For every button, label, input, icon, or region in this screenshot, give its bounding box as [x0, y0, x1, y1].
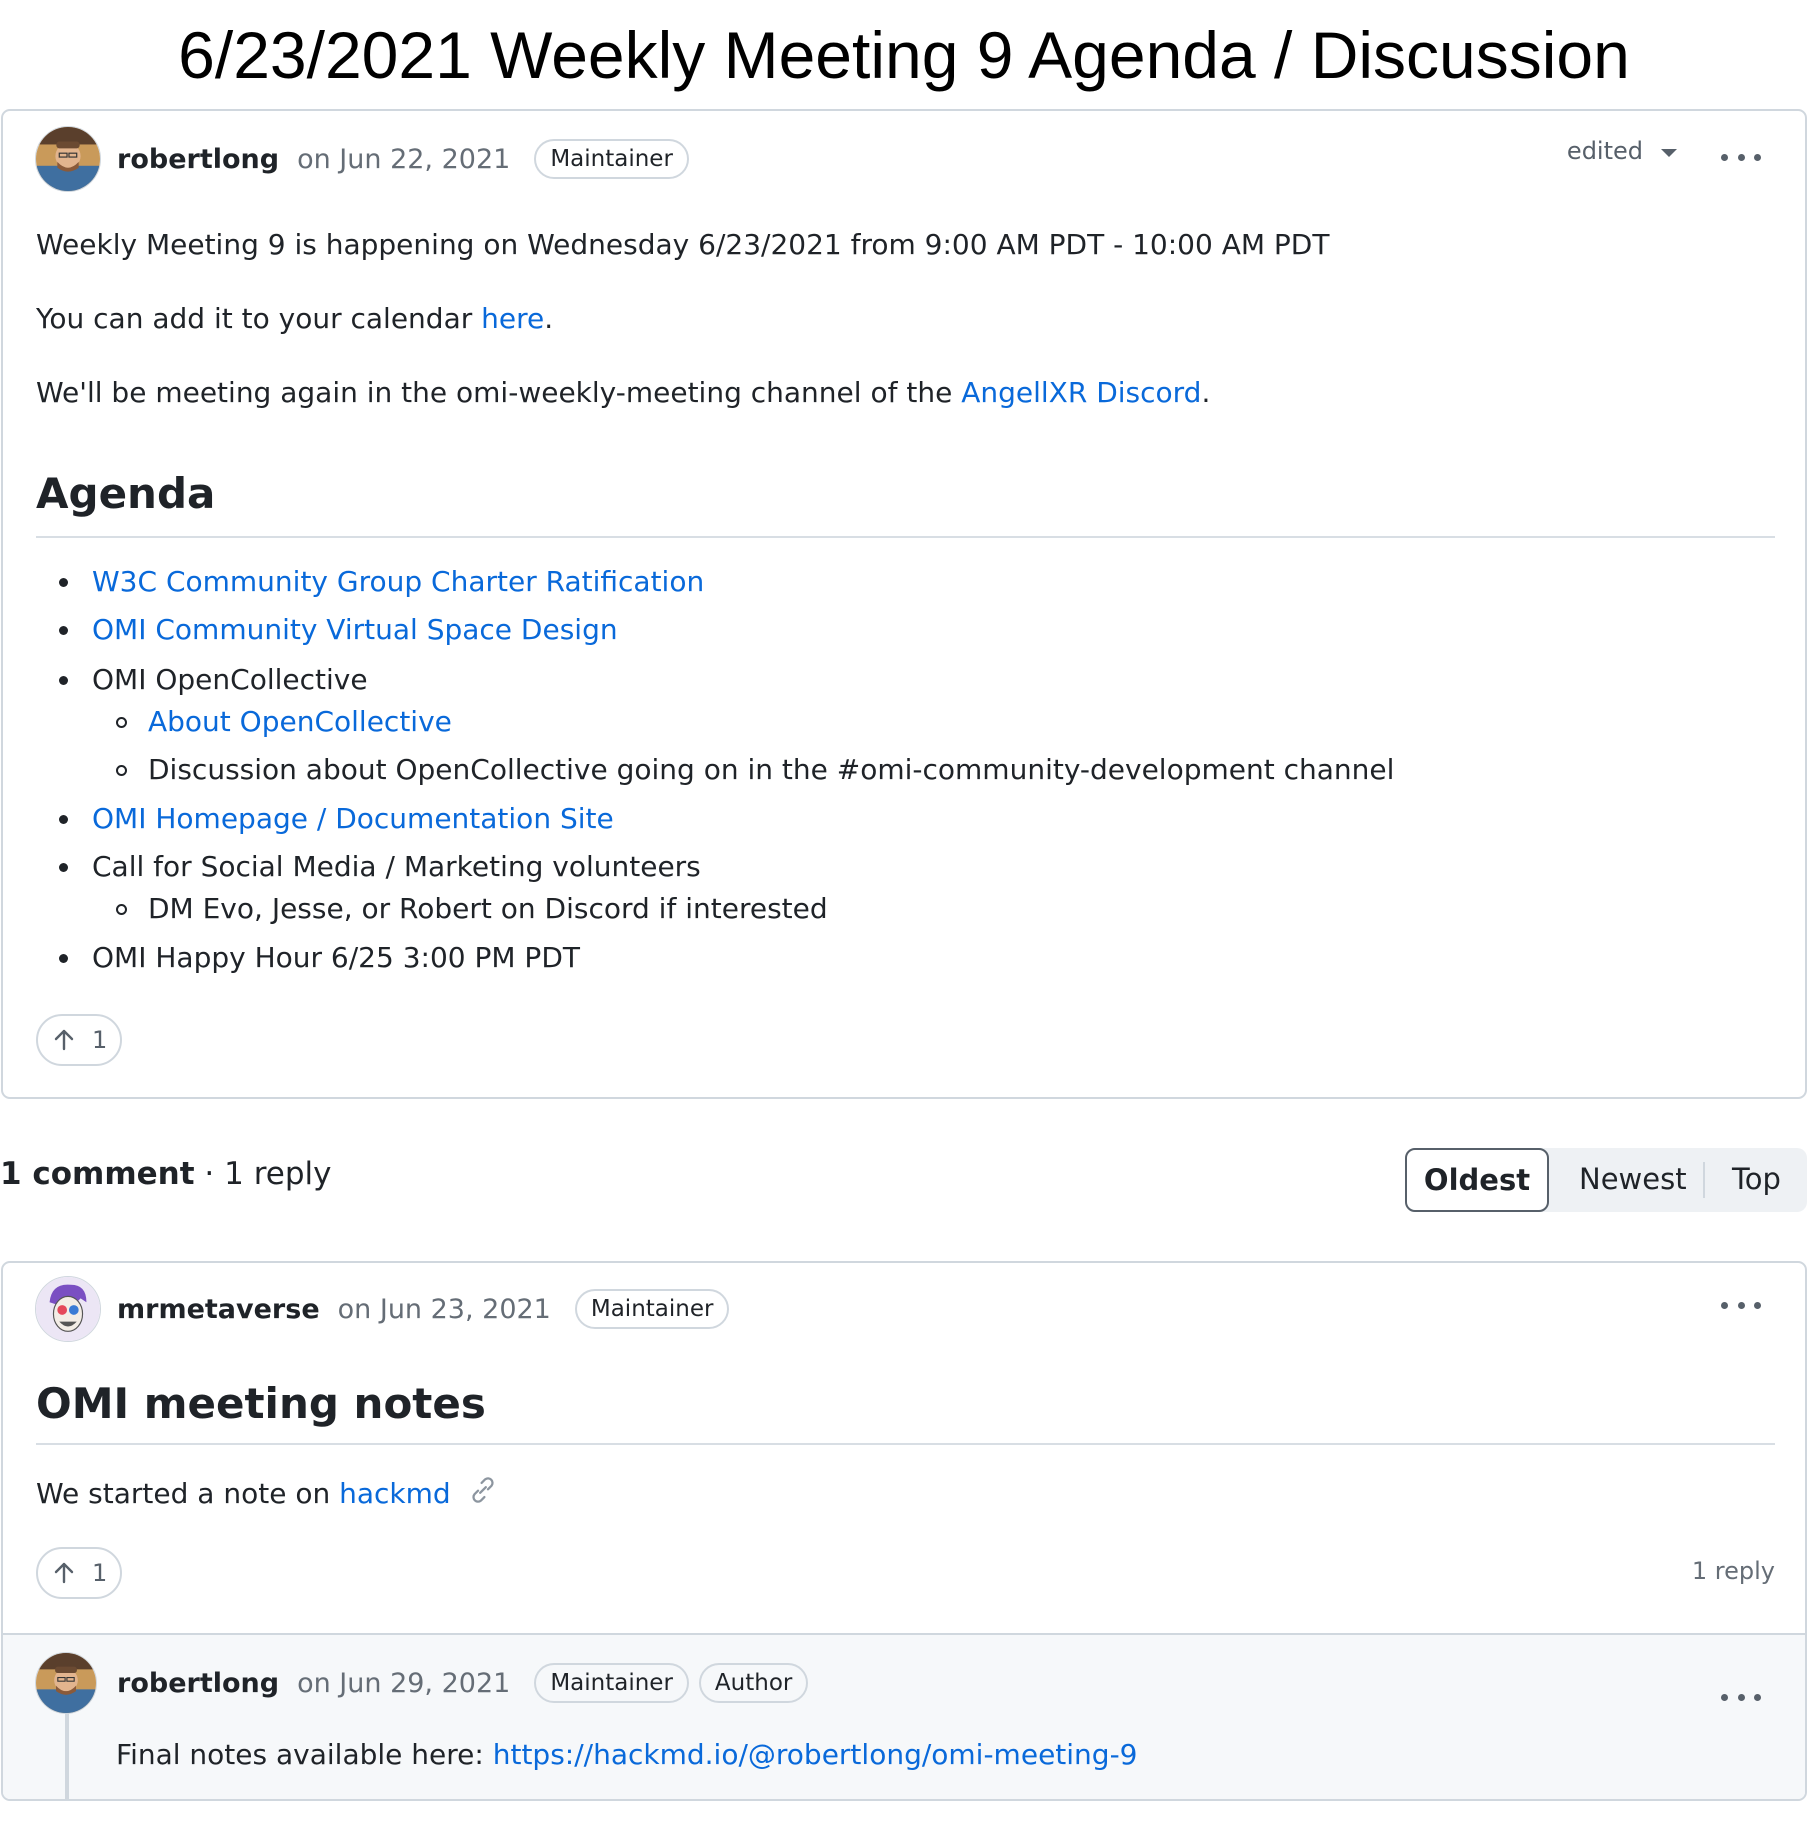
- avatar[interactable]: [35, 1652, 97, 1714]
- discord-link[interactable]: AngellXR Discord: [961, 376, 1201, 409]
- agenda-item-homepage[interactable]: OMI Homepage / Documentation Site: [92, 799, 614, 839]
- kebab-horizontal-icon[interactable]: [1721, 1691, 1761, 1703]
- kebab-horizontal-icon[interactable]: [1721, 1299, 1761, 1311]
- comment-date[interactable]: on Jun 23, 2021: [338, 1294, 551, 1325]
- comment: mrmetaverse on Jun 23, 2021 Maintainer O…: [1, 1261, 1807, 1801]
- sort-divider: [1703, 1162, 1705, 1198]
- reply-date[interactable]: on Jun 29, 2021: [297, 1668, 510, 1699]
- author-badge: Author: [698, 1663, 809, 1703]
- arrow-up-icon: [54, 1562, 74, 1584]
- calendar-link[interactable]: here: [481, 302, 544, 335]
- list-bullet: [59, 863, 68, 872]
- comment-header: mrmetaverse on Jun 23, 2021 Maintainer: [35, 1275, 730, 1343]
- reply-text: Final notes available here: https://hack…: [116, 1738, 1138, 1771]
- agenda-item-charter[interactable]: W3C Community Group Charter Ratification: [92, 562, 704, 602]
- upvote-count: 1: [92, 1026, 108, 1054]
- final-notes-link[interactable]: https://hackmd.io/@robertlong/omi-meetin…: [493, 1738, 1138, 1771]
- list-sub-bullet: [116, 765, 127, 776]
- avatar-robertlong-image: [36, 1653, 96, 1713]
- reply: robertlong on Jun 29, 2021 Maintainer Au…: [3, 1633, 1805, 1799]
- arrow-up-icon: [54, 1029, 74, 1051]
- avatar[interactable]: [35, 126, 101, 192]
- kebab-horizontal-icon[interactable]: [1721, 151, 1761, 163]
- avatar-robertlong-image: [36, 127, 100, 191]
- upvote-button[interactable]: 1: [36, 1014, 122, 1066]
- author-name[interactable]: robertlong: [117, 1668, 279, 1699]
- reply-total: 1 reply: [224, 1156, 332, 1192]
- list-bullet: [59, 676, 68, 685]
- avatar-mrmetaverse-image: [36, 1277, 100, 1341]
- thread-line: [65, 1705, 69, 1799]
- page-title: 6/23/2021 Weekly Meeting 9 Agenda / Disc…: [178, 18, 1630, 92]
- comment-text: We started a note on hackmd: [36, 1473, 500, 1514]
- agenda-item-virtual-space[interactable]: OMI Community Virtual Space Design: [92, 610, 618, 650]
- agenda-subitem-discussion: Discussion about OpenCollective going on…: [148, 753, 1395, 786]
- sort-newest-button[interactable]: Newest: [1579, 1162, 1687, 1196]
- agenda-item-happy-hour: OMI Happy Hour 6/25 3:00 PM PDT: [92, 941, 580, 974]
- discord-text: We'll be meeting again in the omi-weekly…: [36, 376, 1211, 409]
- avatar[interactable]: [35, 1276, 101, 1342]
- edited-dropdown[interactable]: edited: [1567, 137, 1677, 165]
- post-date[interactable]: on Jun 22, 2021: [297, 144, 510, 175]
- author-name[interactable]: robertlong: [117, 144, 279, 175]
- list-bullet: [59, 954, 68, 963]
- agenda-item-volunteers: Call for Social Media / Marketing volunt…: [92, 850, 701, 883]
- maintainer-badge: Maintainer: [534, 1663, 689, 1703]
- agenda-item-opencollective: OMI OpenCollective: [92, 663, 368, 696]
- list-bullet: [59, 578, 68, 587]
- sort-oldest-button[interactable]: Oldest: [1405, 1148, 1549, 1212]
- upvote-button[interactable]: 1: [36, 1547, 122, 1599]
- sort-top-button[interactable]: Top: [1732, 1162, 1781, 1196]
- sort-toggle: Oldest Newest Top: [1405, 1148, 1807, 1212]
- reply-header: robertlong on Jun 29, 2021 Maintainer Au…: [35, 1649, 809, 1717]
- maintainer-badge: Maintainer: [574, 1289, 730, 1329]
- upvote-count: 1: [92, 1559, 108, 1587]
- post-header: robertlong on Jun 22, 2021 Maintainer: [35, 125, 689, 193]
- comment-heading: OMI meeting notes: [36, 1369, 1775, 1445]
- agenda-subitem-about-opencollective[interactable]: About OpenCollective: [148, 702, 452, 742]
- edited-label: edited: [1566, 137, 1643, 165]
- comments-summary: 1 comment · 1 reply: [0, 1156, 332, 1192]
- link-icon: [471, 1477, 494, 1503]
- list-bullet: [59, 626, 68, 635]
- list-sub-bullet: [116, 904, 127, 915]
- discussion-post: robertlong on Jun 22, 2021 Maintainer ed…: [1, 109, 1807, 1099]
- maintainer-badge: Maintainer: [534, 139, 689, 179]
- hackmd-link[interactable]: hackmd: [339, 1477, 451, 1510]
- meeting-time-text: Weekly Meeting 9 is happening on Wednesd…: [36, 228, 1330, 261]
- author-name[interactable]: mrmetaverse: [117, 1294, 320, 1325]
- triangle-down-icon: [1661, 149, 1677, 157]
- calendar-text: You can add it to your calendar here.: [36, 302, 554, 335]
- reply-count[interactable]: 1 reply: [1692, 1557, 1775, 1585]
- agenda-subitem-dm: DM Evo, Jesse, or Robert on Discord if i…: [148, 892, 828, 925]
- comment-count: 1 comment: [0, 1156, 195, 1192]
- agenda-heading: Agenda: [36, 456, 1775, 538]
- list-bullet: [59, 815, 68, 824]
- list-sub-bullet: [116, 717, 127, 728]
